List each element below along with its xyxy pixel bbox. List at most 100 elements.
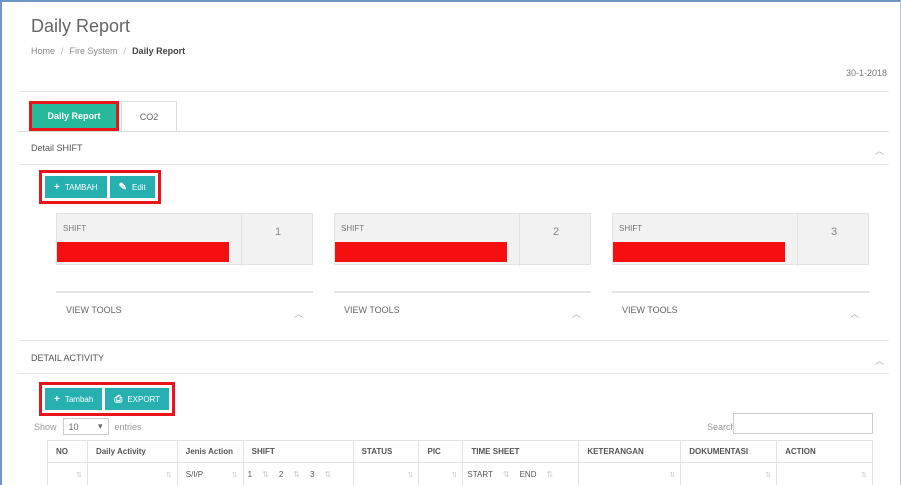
tambah-activity-label: Tambah [64,394,94,404]
sort-icon: ⇅ [231,471,238,479]
search-input[interactable] [733,413,873,434]
shift-card-1: SHIFT 1 [56,213,314,266]
sub-column-end[interactable]: END [520,470,537,479]
breadcrumb-current: Daily Report [132,46,186,56]
tab-daily-report[interactable]: Daily Report [29,101,119,131]
entries-label: entries [114,421,142,432]
view-tools-label: VIEW TOOLS [344,305,400,315]
column-header-jenis-action[interactable]: Jenis Action [176,440,244,463]
sort-cell[interactable]: ⇅ [418,462,464,485]
column-header-pic[interactable]: PIC [418,440,464,463]
activity-button-group: + Tambah ⎙ EXPORT [39,382,176,416]
sort-icon: ⇅ [765,471,772,479]
breadcrumb-separator: / [123,46,127,56]
sort-cell[interactable]: ⇅ [47,462,88,485]
chevron-up-icon[interactable]: ︿ [850,307,859,320]
page-title: Daily Report [31,16,131,36]
column-header-action[interactable]: ACTION [776,440,873,463]
section-divider [18,373,889,374]
sort-cell[interactable]: ⇅ [352,462,420,485]
sub-column-sip-label: S/I/P [185,470,204,479]
tambah-shift-label: TAMBAH [64,182,98,192]
sub-column-shift-1[interactable]: 1 [248,470,252,479]
edit-shift-button[interactable]: ✎ Edit [109,176,155,198]
tambah-activity-button[interactable]: + Tambah [45,388,103,410]
sort-icon: ⇅ [324,470,332,479]
entries-value: 10 [68,421,79,432]
activity-table: NO Daily Activity Jenis Action SHIFT STA… [47,440,873,485]
column-header-shift[interactable]: SHIFT [242,440,354,463]
sort-cell[interactable]: ⇅ [86,462,178,485]
shift-number: 3 [797,214,870,266]
shift-card-3: SHIFT 3 [612,213,870,266]
table-subheader-row: ⇅ ⇅ S/I/P ⇅ 1 ⇅ 2 ⇅ 3 ⇅ ⇅ ⇅ START ⇅ END ⇅ ⇅ ⇅ … [47,462,873,485]
column-header-daily-activity[interactable]: Daily Activity [86,440,178,463]
redacted-bar [57,242,229,262]
column-header-no[interactable]: NO [47,440,88,463]
sort-cell[interactable]: ⇅ [776,462,873,485]
breadcrumb-fire-system[interactable]: Fire System [70,46,118,56]
column-header-dokumentasi[interactable]: DOKUMENTASI [680,440,778,463]
chevron-up-icon[interactable]: ︿ [294,307,303,320]
report-date: 30-1-2018 [845,68,887,78]
sub-column-time-sheet: START ⇅ END ⇅ [462,462,580,485]
tab-bar: Daily Report CO2 [29,101,177,131]
plus-icon: + [54,181,60,193]
column-header-status[interactable]: STATUS [352,440,420,463]
view-tools-label: VIEW TOOLS [66,305,122,315]
sort-cell[interactable]: ⇅ [578,462,682,485]
shift-number: 1 [241,214,314,266]
chevron-up-icon[interactable]: ︿ [875,354,884,367]
table-header-row: NO Daily Activity Jenis Action SHIFT STA… [47,440,873,463]
entries-select[interactable]: 10 ▾ [62,418,109,435]
detail-shift-title: Detail SHIFT [31,143,83,153]
detail-activity-title: DETAIL ACTIVITY [31,353,105,363]
column-header-time-sheet[interactable]: TIME SHEET [462,440,580,463]
caret-down-icon: ▾ [97,421,103,431]
shift-label: SHIFT [63,224,87,233]
breadcrumb-separator: / [61,46,64,56]
show-label: Show [34,421,57,432]
view-tools-label: VIEW TOOLS [622,305,678,315]
breadcrumb: Home / Fire System / Daily Report [31,46,185,56]
section-divider [18,340,889,341]
export-button[interactable]: ⎙ EXPORT [105,388,170,410]
shift-label: SHIFT [619,224,643,233]
sub-column-start[interactable]: START [467,470,492,479]
edit-icon: ✎ [118,181,127,193]
chevron-up-icon[interactable]: ︿ [875,144,884,157]
edit-shift-label: Edit [131,182,146,192]
tab-divider [18,131,889,132]
print-icon: ⎙ [114,393,123,405]
plus-icon: + [54,393,60,405]
sort-icon: ⇅ [293,470,300,479]
view-tools-3[interactable]: VIEW TOOLS ︿ [612,291,869,329]
section-divider [18,164,889,165]
tab-co2[interactable]: CO2 [121,101,177,131]
tambah-shift-button[interactable]: + TAMBAH [45,176,107,198]
sort-cell[interactable]: ⇅ [680,462,778,485]
shift-number: 2 [519,214,592,266]
view-tools-2[interactable]: VIEW TOOLS ︿ [334,291,591,329]
view-tools-1[interactable]: VIEW TOOLS ︿ [56,291,313,329]
shift-button-group: + TAMBAH ✎ Edit [39,170,161,204]
sub-column-sip[interactable]: S/I/P ⇅ [176,462,244,485]
sort-icon: ⇅ [502,470,510,479]
sort-icon: ⇅ [669,471,676,479]
sort-icon: ⇅ [546,470,554,479]
sort-icon: ⇅ [76,471,82,479]
chevron-up-icon[interactable]: ︿ [572,307,581,320]
shift-card-2: SHIFT 2 [334,213,592,266]
column-header-keterangan[interactable]: KETERANGAN [578,440,682,463]
breadcrumb-home[interactable]: Home [31,46,55,56]
sub-column-shift-2[interactable]: 2 [279,470,283,479]
sort-icon: ⇅ [861,471,867,479]
sort-icon: ⇅ [262,470,269,479]
export-label: EXPORT [127,394,161,404]
header-divider [18,91,889,92]
sub-column-shift-3[interactable]: 3 [310,470,314,479]
sort-icon: ⇅ [451,471,458,479]
redacted-bar [613,242,785,262]
sort-icon: ⇅ [407,471,414,479]
shift-label: SHIFT [341,224,365,233]
